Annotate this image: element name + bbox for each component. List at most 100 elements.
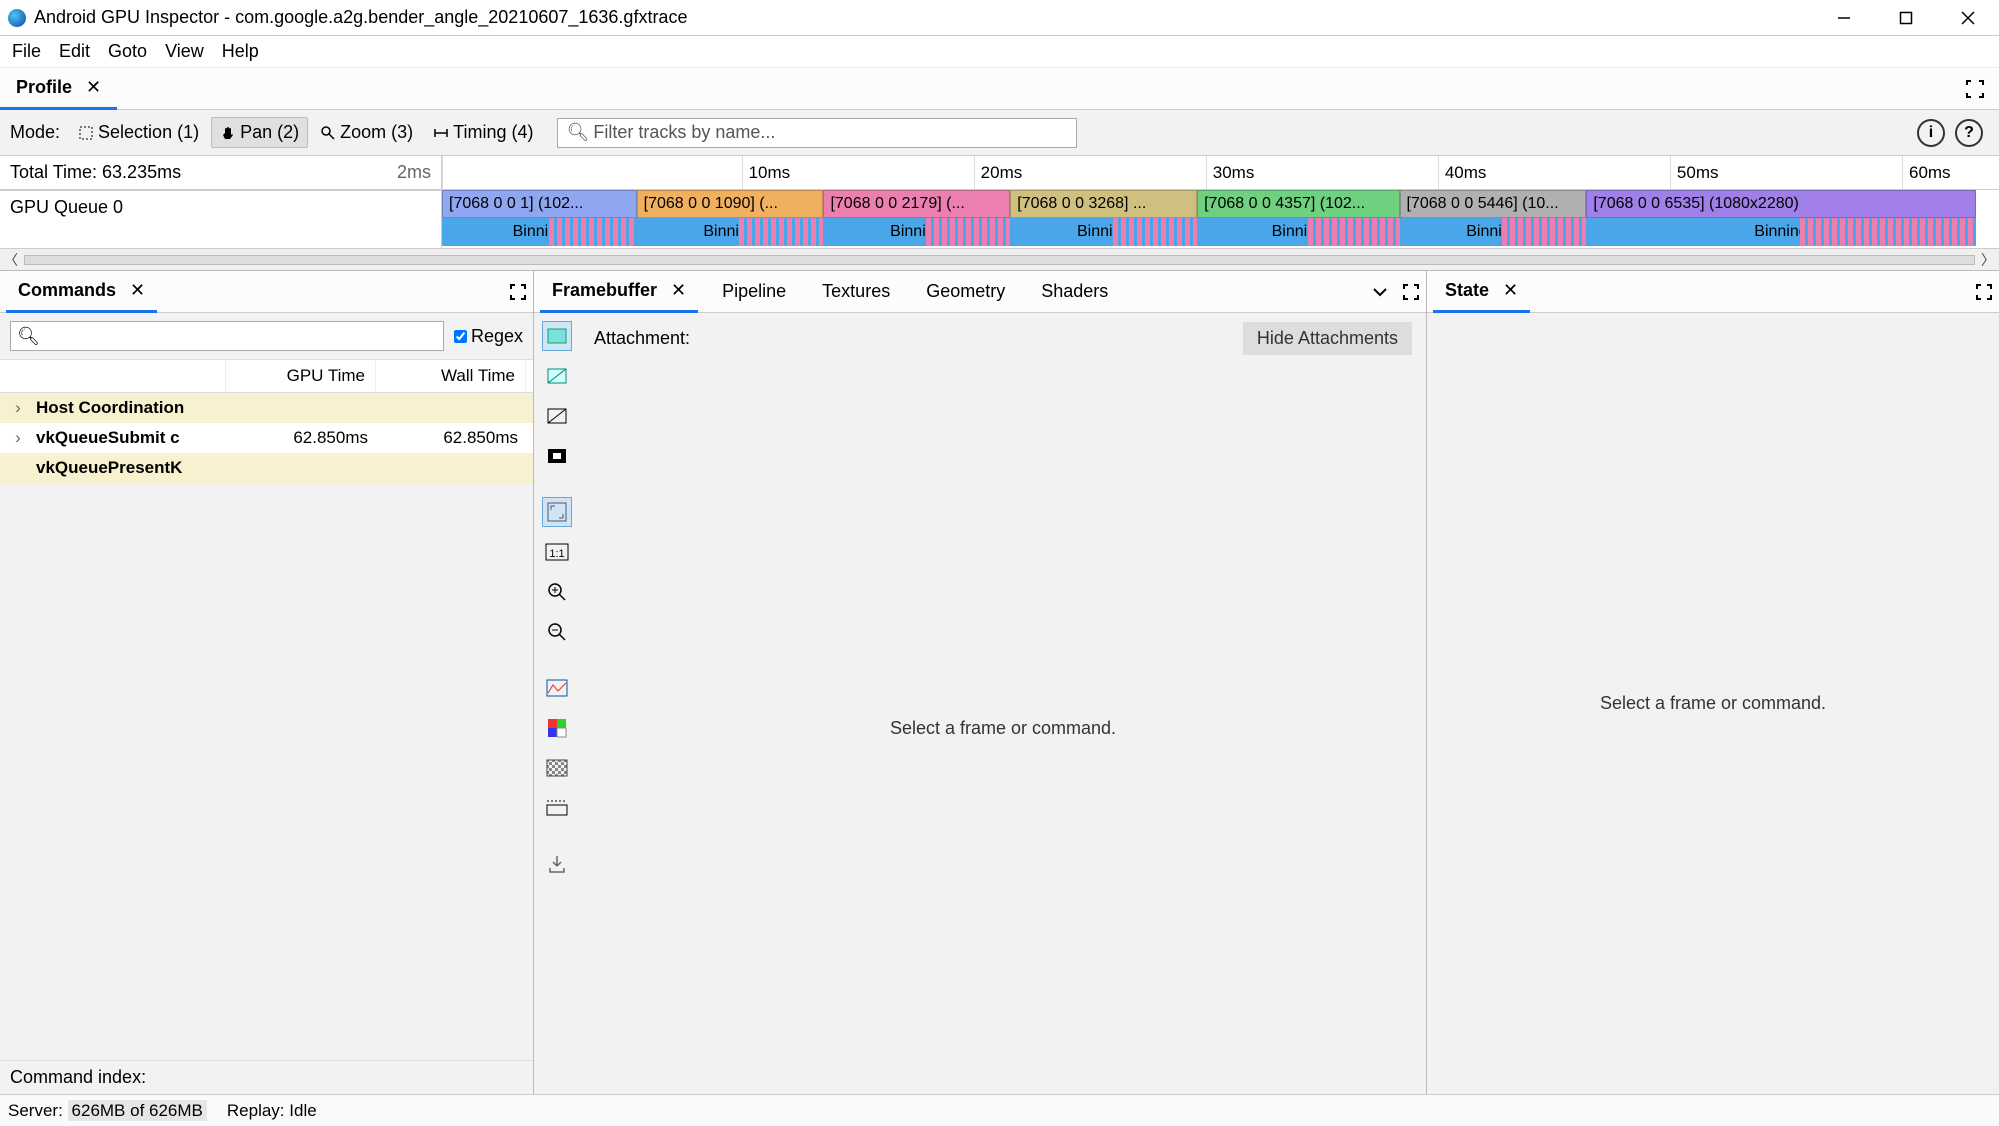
timing-icon xyxy=(433,125,449,141)
fb-vflip-icon[interactable] xyxy=(542,793,572,823)
command-search-input[interactable]: 🔍︎ xyxy=(10,321,444,351)
timeline-block[interactable]: [7068 0 0 4357] (102... xyxy=(1197,190,1399,218)
titlebar: Android GPU Inspector - com.google.a2g.b… xyxy=(0,0,1999,36)
menu-file[interactable]: File xyxy=(6,39,47,64)
framebuffer-tab-close-icon[interactable]: ✕ xyxy=(671,280,686,301)
total-time-label: Total Time: 63.235ms xyxy=(10,162,181,183)
scroll-right-icon[interactable]: 〉 xyxy=(1981,250,1995,270)
timeline-block[interactable]: [7068 0 0 1090] (... xyxy=(637,190,824,218)
profile-tab[interactable]: Profile ✕ xyxy=(0,68,117,110)
col-wall-time[interactable]: Wall Time xyxy=(376,360,526,392)
binning-block[interactable]: Binning xyxy=(637,218,824,246)
mode-toolbar: Mode: Selection (1) Pan (2) Zoom (3) Tim… xyxy=(0,110,1999,156)
mode-selection-button[interactable]: Selection (1) xyxy=(70,118,207,147)
binning-block[interactable]: Binning xyxy=(1197,218,1399,246)
fb-wireframe-icon[interactable] xyxy=(542,361,572,391)
replay-label: Replay: xyxy=(227,1101,285,1120)
fb-fit-icon[interactable] xyxy=(542,497,572,527)
binning-block[interactable]: Binning xyxy=(442,218,637,246)
server-label: Server: xyxy=(8,1101,63,1120)
mode-label: Mode: xyxy=(10,122,60,143)
menu-goto[interactable]: Goto xyxy=(102,39,153,64)
binning-block[interactable]: Binning xyxy=(1010,218,1197,246)
fb-checker-icon[interactable] xyxy=(542,753,572,783)
state-fullscreen-icon[interactable] xyxy=(1975,283,1993,301)
middle-fullscreen-icon[interactable] xyxy=(1402,283,1420,301)
search-icon: 🔍︎ xyxy=(17,326,40,347)
gpu-tracks[interactable]: [7068 0 0 1] (102...[7068 0 0 1090] (...… xyxy=(442,190,1999,248)
app-icon xyxy=(8,9,26,27)
menu-edit[interactable]: Edit xyxy=(53,39,96,64)
profile-tab-close-icon[interactable]: ✕ xyxy=(86,77,101,98)
selection-icon xyxy=(78,125,94,141)
minimize-button[interactable] xyxy=(1813,0,1875,36)
replay-value: Idle xyxy=(289,1101,316,1120)
framebuffer-tab[interactable]: Framebuffer ✕ xyxy=(540,271,698,313)
profile-tab-row: Profile ✕ xyxy=(0,68,1999,110)
filter-tracks-input[interactable]: 🔍︎ Filter tracks by name... xyxy=(557,118,1077,148)
fb-save-icon[interactable] xyxy=(542,849,572,879)
geometry-tab[interactable]: Geometry xyxy=(914,271,1017,313)
col-name[interactable] xyxy=(0,360,226,392)
framebuffer-placeholder: Select a frame or command. xyxy=(580,363,1426,1094)
maximize-button[interactable] xyxy=(1875,0,1937,36)
timeline-block[interactable]: [7068 0 0 1] (102... xyxy=(442,190,637,218)
state-tab-close-icon[interactable]: ✕ xyxy=(1503,280,1518,301)
command-row[interactable]: vkQueuePresentK xyxy=(0,453,533,483)
commands-tab[interactable]: Commands ✕ xyxy=(6,271,157,313)
fb-zoom-out-icon[interactable] xyxy=(542,617,572,647)
fb-zoom-in-icon[interactable] xyxy=(542,577,572,607)
textures-tab[interactable]: Textures xyxy=(810,271,902,313)
help-icon[interactable]: ? xyxy=(1955,119,1983,147)
timeline: Total Time: 63.235ms 2ms 10ms 20ms 30ms … xyxy=(0,156,1999,271)
shaders-tab[interactable]: Shaders xyxy=(1029,271,1120,313)
attachment-label: Attachment: xyxy=(594,328,690,349)
timeline-block[interactable]: [7068 0 0 5446] (10... xyxy=(1400,190,1587,218)
command-index-label: Command index: xyxy=(0,1060,533,1094)
mode-pan-button[interactable]: Pan (2) xyxy=(211,117,308,148)
pipeline-tab[interactable]: Pipeline xyxy=(710,271,798,313)
fb-channels-icon[interactable] xyxy=(542,713,572,743)
scroll-left-icon[interactable]: 〈 xyxy=(4,250,18,270)
fb-actual-size-icon[interactable]: 1:1 xyxy=(542,537,572,567)
time-ruler: Total Time: 63.235ms 2ms 10ms 20ms 30ms … xyxy=(0,156,1999,190)
window-title: Android GPU Inspector - com.google.a2g.b… xyxy=(34,7,1813,28)
mode-zoom-button[interactable]: Zoom (3) xyxy=(312,118,421,147)
commands-tab-close-icon[interactable]: ✕ xyxy=(130,280,145,301)
profile-fullscreen-icon[interactable] xyxy=(1965,79,1985,99)
window-close-button[interactable] xyxy=(1937,0,1999,36)
info-icon[interactable]: i xyxy=(1917,119,1945,147)
fb-histogram-icon[interactable] xyxy=(542,673,572,703)
binning-block[interactable]: Binning xyxy=(823,218,1010,246)
timeline-scrollbar[interactable]: 〈 〉 xyxy=(0,248,1999,270)
commands-fullscreen-icon[interactable] xyxy=(509,283,527,301)
fb-color-icon[interactable] xyxy=(542,321,572,351)
binning-block[interactable]: Binning xyxy=(1400,218,1587,246)
svg-text:1:1: 1:1 xyxy=(549,548,564,560)
gpu-queue-label: GPU Queue 0 xyxy=(0,190,442,248)
scale-label: 2ms xyxy=(397,162,431,183)
expand-icon[interactable]: › xyxy=(0,398,36,418)
timeline-block[interactable]: [7068 0 0 3268] ... xyxy=(1010,190,1197,218)
col-gpu-time[interactable]: GPU Time xyxy=(226,360,376,392)
ruler-grid[interactable]: 10ms 20ms 30ms 40ms 50ms 60ms xyxy=(442,156,1999,189)
timeline-block[interactable]: [7068 0 0 2179] (... xyxy=(823,190,1010,218)
server-value: 626MB of 626MB xyxy=(68,1100,207,1121)
state-panel: State ✕ Select a frame or command. xyxy=(1427,271,1999,1094)
hide-attachments-button[interactable]: Hide Attachments xyxy=(1243,322,1412,355)
binning-block[interactable]: Binning xyxy=(1586,218,1975,246)
chevron-down-icon[interactable] xyxy=(1372,284,1388,300)
command-row[interactable]: ›Host Coordination xyxy=(0,393,533,423)
fb-overlay-icon[interactable] xyxy=(542,441,572,471)
fb-depth-icon[interactable] xyxy=(542,401,572,431)
expand-icon[interactable]: › xyxy=(0,428,36,448)
menu-view[interactable]: View xyxy=(159,39,210,64)
timeline-block[interactable]: [7068 0 0 6535] (1080x2280) xyxy=(1586,190,1975,218)
state-tab[interactable]: State ✕ xyxy=(1433,271,1530,313)
zoom-icon xyxy=(320,125,336,141)
mode-timing-button[interactable]: Timing (4) xyxy=(425,118,541,147)
command-row[interactable]: ›vkQueueSubmit c62.850ms62.850ms xyxy=(0,423,533,453)
menu-help[interactable]: Help xyxy=(216,39,265,64)
framebuffer-panel: Framebuffer ✕ Pipeline Textures Geometry… xyxy=(534,271,1427,1094)
regex-checkbox[interactable]: Regex xyxy=(454,326,523,347)
